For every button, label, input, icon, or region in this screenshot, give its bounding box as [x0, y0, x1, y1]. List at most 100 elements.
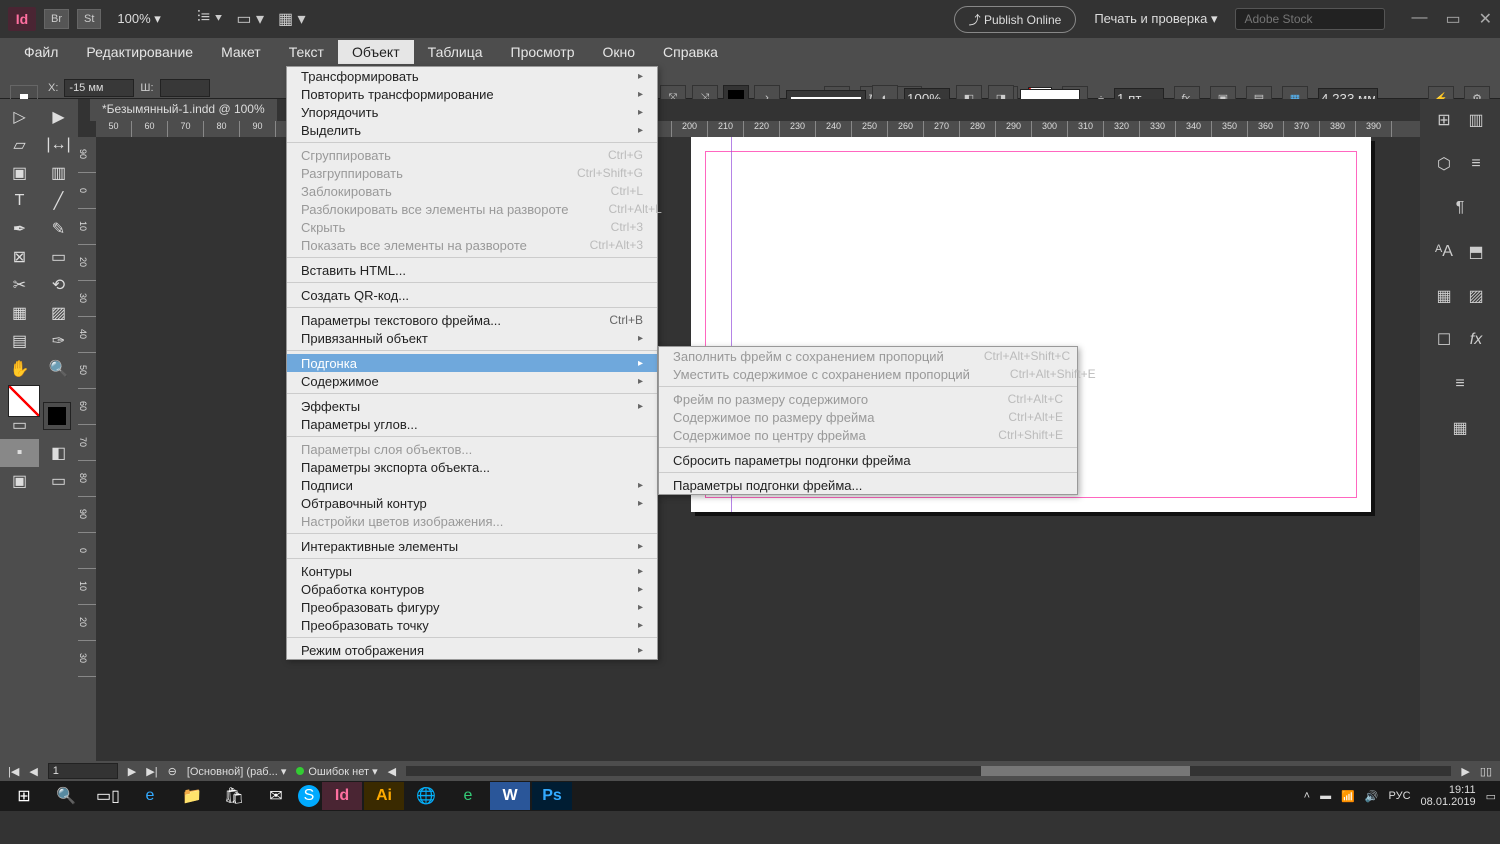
pages-panel-icon[interactable]: ▥ — [1461, 105, 1491, 135]
checkerboard-icon[interactable]: ▨ — [1461, 281, 1491, 311]
submenu-clear-fitting[interactable]: Сбросить параметры подгонки фрейма — [659, 451, 1077, 469]
battery-icon[interactable]: ▬ — [1320, 790, 1331, 802]
content-collector-icon[interactable]: ▣ — [0, 159, 39, 187]
illustrator-taskbar-icon[interactable]: Ai — [364, 782, 404, 810]
menu-item-arrange[interactable]: Упорядочить — [287, 103, 657, 121]
photoshop-taskbar-icon[interactable]: Ps — [532, 782, 572, 810]
scissors-tool-icon[interactable]: ✂ — [0, 271, 39, 299]
preview-mode-icon[interactable]: ▭ — [39, 467, 78, 495]
preflight-status[interactable]: Ошибок нет ▾ — [296, 765, 377, 778]
indesign-taskbar-icon[interactable]: Id — [322, 782, 362, 810]
selection-tool-icon[interactable]: ▷ — [0, 103, 39, 131]
prev-page-icon[interactable]: ◀ — [29, 765, 37, 778]
menu-item-effects[interactable]: Эффекты — [287, 397, 657, 415]
type-tool-icon[interactable]: T — [0, 187, 39, 215]
volume-icon[interactable]: 🔊 — [1365, 790, 1379, 803]
scroll-left-icon[interactable]: ◀ — [388, 765, 396, 778]
clock[interactable]: 19:11 08.01.2019 — [1421, 784, 1476, 808]
menu-item-fitting[interactable]: Подгонка — [287, 354, 657, 372]
rectangle-frame-tool-icon[interactable]: ⊠ — [0, 243, 39, 271]
document-tab[interactable]: *Безымянный-1.indd @ 100% — [90, 99, 277, 121]
line-tool-icon[interactable]: ╱ — [39, 187, 78, 215]
zoom-dropdown[interactable]: 100% ▾ — [117, 11, 160, 27]
store-icon[interactable]: 🛍 — [214, 782, 254, 810]
menu-item-repeat-transform[interactable]: Повторить трансформирование — [287, 85, 657, 103]
page-tool-icon[interactable]: ▱ — [0, 131, 39, 159]
paragraph-panel-icon[interactable]: ¶ — [1445, 193, 1475, 223]
grid-mode-icon[interactable]: ▦ ▾ — [278, 9, 306, 29]
split-view-icon[interactable]: ▯▯ — [1480, 765, 1492, 778]
apply-gradient-icon[interactable]: ◧ — [39, 439, 78, 467]
chrome-icon[interactable]: 🌐 — [406, 782, 446, 810]
page-number-input[interactable] — [48, 763, 118, 779]
notifications-icon[interactable]: ▭ — [1486, 790, 1496, 803]
menu-item-anchored-object[interactable]: Привязанный объект — [287, 329, 657, 347]
story-panel-icon[interactable]: ⬒ — [1461, 237, 1491, 267]
hand-tool-icon[interactable]: ✋ — [0, 355, 39, 383]
explorer-icon[interactable]: 📁 — [172, 782, 212, 810]
menu-item-paths[interactable]: Контуры — [287, 562, 657, 580]
scroll-right-icon[interactable]: ▶ — [1461, 765, 1469, 778]
menu-item-interactive[interactable]: Интерактивные элементы — [287, 537, 657, 555]
menu-file[interactable]: Файл — [10, 40, 72, 64]
content-placer-icon[interactable]: ▥ — [39, 159, 78, 187]
pen-tool-icon[interactable]: ✒ — [0, 215, 39, 243]
menu-item-convert-shape[interactable]: Преобразовать фигуру — [287, 598, 657, 616]
open-icon[interactable]: ⊖ — [168, 765, 177, 778]
gap-tool-icon[interactable]: |↔| — [39, 131, 78, 159]
horizontal-scrollbar-thumb[interactable] — [981, 766, 1190, 776]
x-input[interactable] — [64, 79, 134, 97]
swatches-panel-icon[interactable]: ▦ — [1429, 281, 1459, 311]
w-input[interactable] — [160, 79, 210, 97]
fill-stroke-swatch[interactable] — [0, 383, 78, 431]
pencil-tool-icon[interactable]: ✎ — [39, 215, 78, 243]
submenu-fitting-options[interactable]: Параметры подгонки фрейма... — [659, 476, 1077, 494]
workspace-dropdown[interactable]: Печать и проверка ▾ — [1094, 11, 1217, 27]
menu-item-content[interactable]: Содержимое — [287, 372, 657, 390]
menu-item-qr-code[interactable]: Создать QR-код... — [287, 286, 657, 304]
maximize-icon[interactable]: ▭ — [1445, 9, 1460, 29]
menu-item-captions[interactable]: Подписи — [287, 476, 657, 494]
paragraph-icon[interactable]: ⫶≡ ▾ — [197, 9, 223, 29]
language-indicator[interactable]: РУС — [1389, 790, 1411, 802]
apply-color-icon[interactable]: ▪ — [0, 439, 39, 467]
menu-view[interactable]: Просмотр — [497, 40, 589, 64]
zoom-tool-icon[interactable]: 🔍 — [39, 355, 78, 383]
note-tool-icon[interactable]: ▤ — [0, 327, 39, 355]
eyedropper-tool-icon[interactable]: ✑ — [39, 327, 78, 355]
adobe-stock-search[interactable] — [1235, 8, 1385, 30]
search-icon[interactable]: 🔍 — [46, 782, 86, 810]
color-panel-icon[interactable]: ▦ — [1445, 413, 1475, 443]
menu-help[interactable]: Справка — [649, 40, 732, 64]
align-panel-icon[interactable]: ≡ — [1445, 369, 1475, 399]
task-view-icon[interactable]: ▭▯ — [88, 782, 128, 810]
mail-icon[interactable]: ✉ — [256, 782, 296, 810]
edge-icon[interactable]: e — [130, 782, 170, 810]
normal-mode-icon[interactable]: ▣ — [0, 467, 39, 495]
last-page-icon[interactable]: ▶| — [146, 765, 157, 778]
direct-selection-tool-icon[interactable]: ▶ — [39, 103, 78, 131]
links-panel-icon[interactable]: ⬡ — [1429, 149, 1459, 179]
start-button[interactable]: ⊞ — [4, 782, 44, 810]
menu-item-convert-point[interactable]: Преобразовать точку — [287, 616, 657, 634]
layers-panel-icon[interactable]: ≡ — [1461, 149, 1491, 179]
stock-button[interactable]: St — [77, 9, 101, 29]
menu-window[interactable]: Окно — [588, 40, 649, 64]
vertical-ruler[interactable]: 9001020304050607080900102030 — [78, 137, 96, 761]
menu-layout[interactable]: Макет — [207, 40, 275, 64]
bridge-button[interactable]: Br — [44, 9, 69, 29]
menu-text[interactable]: Текст — [275, 40, 338, 64]
menu-item-clipping-path[interactable]: Обтравочный контур — [287, 494, 657, 512]
skype-icon[interactable]: S — [298, 785, 320, 807]
menu-edit[interactable]: Редактирование — [72, 40, 207, 64]
frame-mode-icon[interactable]: ▭ ▾ — [236, 9, 264, 29]
stroke-panel-icon[interactable]: ☐ — [1429, 325, 1459, 355]
cc-libraries-icon[interactable]: ⊞ — [1429, 105, 1459, 135]
menu-object[interactable]: Объект — [338, 40, 414, 64]
menu-item-transform[interactable]: Трансформировать — [287, 67, 657, 85]
menu-item-display-performance[interactable]: Режим отображения — [287, 641, 657, 659]
word-icon[interactable]: W — [490, 782, 530, 810]
edge2-icon[interactable]: e — [448, 782, 488, 810]
menu-item-pathfinder[interactable]: Обработка контуров — [287, 580, 657, 598]
next-page-icon[interactable]: ▶ — [128, 765, 136, 778]
